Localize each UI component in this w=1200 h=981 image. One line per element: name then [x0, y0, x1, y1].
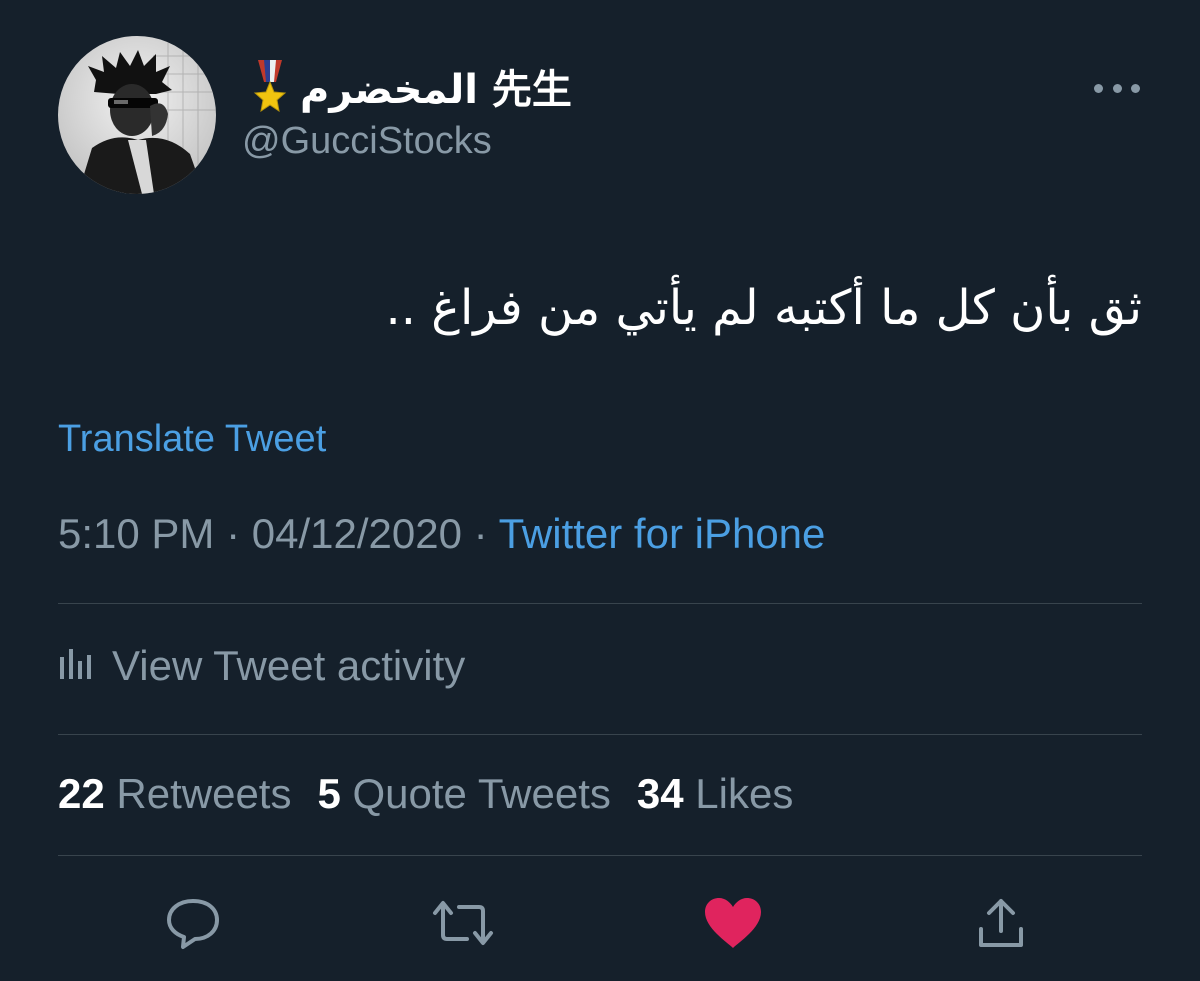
more-icon[interactable]: [1094, 78, 1140, 98]
tweet-source-link[interactable]: Twitter for iPhone: [499, 510, 826, 557]
view-tweet-activity-label: View Tweet activity: [112, 642, 466, 689]
more-dot: [1094, 83, 1103, 93]
tweet-time: 5:10 PM: [58, 510, 215, 557]
divider: [58, 603, 1142, 604]
share-icon: [973, 895, 1029, 951]
like-button[interactable]: [698, 888, 768, 958]
share-button[interactable]: [966, 888, 1036, 958]
translate-tweet-link[interactable]: Translate Tweet: [58, 418, 326, 461]
reply-icon: [163, 895, 223, 951]
medal-icon: [250, 60, 290, 112]
divider: [58, 734, 1142, 735]
retweets-label: Retweets: [116, 770, 292, 817]
heart-icon: [703, 896, 763, 950]
quote-tweets-stat[interactable]: 5 Quote Tweets: [317, 770, 610, 818]
tweet-date: 04/12/2020: [251, 510, 462, 557]
display-name[interactable]: المخضرم 先生: [250, 56, 572, 116]
avatar[interactable]: [58, 36, 216, 194]
view-tweet-activity-button[interactable]: View Tweet activity: [58, 636, 465, 696]
quote-tweets-count: 5: [317, 770, 341, 817]
likes-stat[interactable]: 34 Likes: [637, 770, 793, 818]
retweet-button[interactable]: [428, 888, 498, 958]
more-dot: [1112, 83, 1122, 93]
likes-count: 34: [636, 770, 684, 817]
retweets-count: 22: [58, 770, 105, 817]
more-dot: [1131, 83, 1140, 93]
likes-label: Likes: [695, 770, 794, 817]
tweet-meta: 5:10 PM · 04/12/2020 · Twitter for iPhon…: [58, 510, 825, 558]
meta-separator: ·: [226, 510, 241, 557]
divider: [58, 855, 1142, 856]
display-name-text: المخضرم 先生: [300, 67, 572, 113]
tweet-text: ثق بأن كل ما أكتبه لم يأتي من فراغ ..: [385, 280, 1142, 336]
retweet-icon: [431, 897, 495, 949]
reply-button[interactable]: [158, 888, 228, 958]
tweet-stats: 22 Retweets 5 Quote Tweets 34 Likes: [58, 770, 793, 818]
user-handle[interactable]: @GucciStocks: [242, 120, 492, 163]
retweets-stat[interactable]: 22 Retweets: [58, 770, 291, 818]
bar-chart-icon: [58, 647, 94, 685]
quote-tweets-label: Quote Tweets: [352, 770, 611, 817]
meta-separator: ·: [473, 510, 488, 557]
tweet-detail: المخضرم 先生 @GucciStocks ثق بأن كل ما أكت…: [0, 0, 1200, 981]
